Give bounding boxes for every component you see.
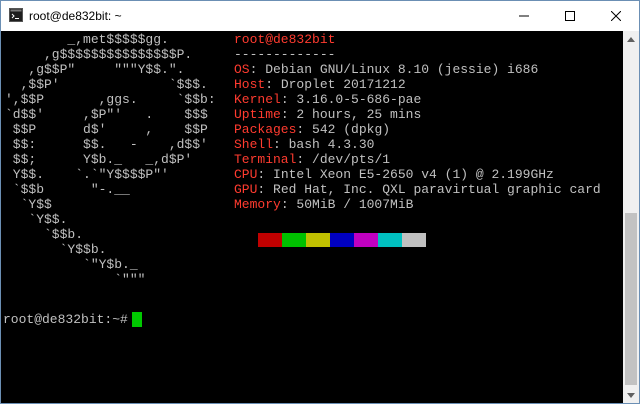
ascii-logo-line: _,met$$$$$gg.: [5, 32, 169, 47]
color-swatch: [354, 233, 378, 247]
chevron-up-icon: [627, 36, 635, 42]
info-label: Shell: [234, 137, 274, 152]
color-swatch: [282, 233, 306, 247]
ascii-logo-line: $$: $$. - ,d$$': [5, 137, 208, 152]
terminal-window: root@de832bit: ~ _,met$$$$$gg. ,g$$$$$$$…: [0, 0, 640, 404]
info-label: CPU: [234, 167, 258, 182]
scrollbar-thumb[interactable]: [625, 213, 637, 385]
ascii-logo-line: `$$b.: [5, 227, 84, 242]
ascii-logo-line: ,$$P' `$$$.: [5, 77, 208, 92]
ascii-logo-line: `""": [5, 272, 146, 287]
ascii-logo-line: `Y$$.: [5, 212, 68, 227]
info-value: 50MiB / 1007MiB: [296, 197, 414, 212]
ascii-logo-line: ,g$$$$$$$$$$$$$$$P.: [5, 47, 193, 62]
color-swatch: [330, 233, 354, 247]
terminal-icon: [9, 8, 23, 22]
info-value: /dev/pts/1: [312, 152, 391, 167]
info-value: Droplet 20171212: [280, 77, 406, 92]
ascii-logo-line: `Y$$b.: [5, 242, 107, 257]
ascii-logo-line: `Y$$: [5, 197, 52, 212]
ascii-logo-line: Y$$. `.`"Y$$$$P"': [5, 167, 169, 182]
close-button[interactable]: [593, 1, 639, 31]
ascii-logo-line: ',$$P ,ggs. `$$b:: [5, 92, 216, 107]
scroll-up-button[interactable]: [623, 31, 639, 47]
info-value: 3.16.0-5-686-pae: [296, 92, 422, 107]
info-row-cpu: CPU: Intel Xeon E5-2650 v4 (1) @ 2.199GH…: [234, 167, 554, 182]
info-label: GPU: [234, 182, 258, 197]
info-label: Kernel: [234, 92, 281, 107]
info-label: Packages: [234, 122, 297, 137]
title-bar[interactable]: root@de832bit: ~: [1, 1, 639, 31]
ascii-logo-line: $$; Y$b._ _,d$P': [5, 152, 193, 167]
info-value: Red Hat, Inc. QXL paravirtual graphic ca…: [273, 182, 601, 197]
info-label: OS: [234, 62, 250, 77]
color-swatch: [402, 233, 426, 247]
separator-line: -------------: [234, 47, 336, 62]
info-label: Uptime: [234, 107, 281, 122]
info-label: Memory: [234, 197, 281, 212]
info-row-terminal: Terminal: /dev/pts/1: [234, 152, 391, 167]
info-row-gpu: GPU: Red Hat, Inc. QXL paravirtual graph…: [234, 182, 601, 197]
info-value: Intel Xeon E5-2650 v4 (1) @ 2.199GHz: [273, 167, 554, 182]
info-value: Debian GNU/Linux 8.10 (jessie) i686: [265, 62, 539, 77]
info-row-kernel: Kernel: 3.16.0-5-686-pae: [234, 92, 422, 107]
minimize-icon: [519, 15, 529, 17]
info-row-os: OS: Debian GNU/Linux 8.10 (jessie) i686: [234, 62, 539, 77]
minimize-button[interactable]: [501, 1, 547, 31]
info-row-host: Host: Droplet 20171212: [234, 77, 406, 92]
info-row-shell: Shell: bash 4.3.30: [234, 137, 375, 152]
info-value: 2 hours, 25 mins: [296, 107, 422, 122]
color-palette: [258, 233, 426, 247]
chevron-down-icon: [627, 392, 635, 398]
color-swatch: [306, 233, 330, 247]
ascii-logo-line: `$$b "-.__: [5, 182, 130, 197]
maximize-icon: [565, 11, 575, 21]
scroll-down-button[interactable]: [623, 387, 639, 403]
info-value: 542 (dpkg): [312, 122, 391, 137]
info-row-packages: Packages: 542 (dpkg): [234, 122, 391, 137]
info-row-uptime: Uptime: 2 hours, 25 mins: [234, 107, 422, 122]
shell-prompt: root@de832bit:~#: [3, 312, 128, 327]
maximize-button[interactable]: [547, 1, 593, 31]
info-value: bash 4.3.30: [288, 137, 375, 152]
color-swatch: [378, 233, 402, 247]
info-label: Terminal: [234, 152, 297, 167]
ascii-logo-line: `"Y$b._: [5, 257, 138, 272]
close-icon: [611, 11, 621, 21]
text-cursor[interactable]: [132, 312, 142, 327]
ascii-logo-line: `d$$' ,$P"' . $$$: [5, 107, 208, 122]
window-title: root@de832bit: ~: [29, 9, 122, 23]
ascii-logo-line: ,g$$P" """Y$$.".: [5, 62, 185, 77]
vertical-scrollbar[interactable]: [623, 31, 639, 403]
info-row-memory: Memory: 50MiB / 1007MiB: [234, 197, 414, 212]
ascii-logo-line: $$P d$' , $$P: [5, 122, 208, 137]
terminal-output[interactable]: _,met$$$$$gg. ,g$$$$$$$$$$$$$$$P. ,g$$P"…: [1, 31, 623, 403]
color-swatch: [258, 233, 282, 247]
user-host: root@de832bit: [234, 32, 336, 47]
info-label: Host: [234, 77, 266, 92]
